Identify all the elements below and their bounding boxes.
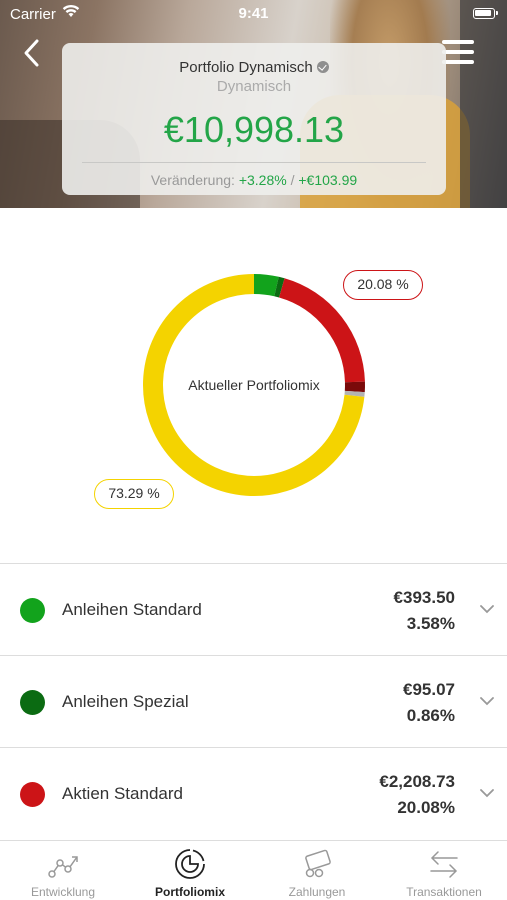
tab-entwicklung[interactable]: Entwicklung: [0, 841, 126, 900]
back-chevron-icon[interactable]: [20, 38, 44, 68]
chevron-down-icon[interactable]: [480, 788, 494, 798]
tab-zahlungen[interactable]: Zahlungen: [254, 841, 380, 900]
position-amount: €95.07: [403, 680, 455, 699]
transactions-icon: [430, 851, 458, 878]
portfolio-pie-icon: [175, 849, 205, 879]
trend-icon: [48, 856, 78, 878]
change-separator: /: [286, 172, 299, 188]
position-color-dot: [20, 782, 45, 807]
menu-line: [442, 60, 474, 64]
portfolio-title: Portfolio Dynamisch: [179, 59, 313, 76]
portfolio-change: Veränderung: +3.28% / +€103.99: [62, 172, 446, 188]
photo-shape: [460, 0, 507, 208]
battery-icon: [473, 8, 498, 19]
position-amount: €393.50: [393, 588, 455, 607]
position-color-dot: [20, 598, 45, 623]
positions-list: Anleihen Standard €393.50 3.58% Anleihen…: [0, 563, 507, 839]
position-row[interactable]: Anleihen Spezial €95.07 0.86%: [0, 655, 507, 747]
position-amount: €2,208.73: [379, 772, 455, 791]
position-name: Aktien Standard: [62, 784, 183, 803]
tab-bar: Entwicklung Portfoliomix Zahlungen Trans…: [0, 840, 507, 900]
tab-label: Transaktionen: [406, 885, 482, 899]
position-percent: 3.58%: [406, 614, 455, 633]
position-row[interactable]: Aktien Standard €2,208.73 20.08%: [0, 747, 507, 839]
position-name: Anleihen Spezial: [62, 692, 189, 711]
portfolio-mix-chart: Aktueller Portfoliomix 20.08 % 73.29 %: [0, 208, 507, 563]
callout-yellow: 73.29 %: [94, 479, 174, 509]
donut-segment-1[interactable]: [274, 276, 285, 298]
verified-check-icon: [316, 61, 329, 73]
portfolio-summary-card: Portfolio Dynamisch Dynamisch €10,998.13…: [62, 43, 446, 195]
menu-line: [442, 40, 474, 44]
position-percent: 20.08%: [397, 798, 455, 817]
status-bar: Carrier 9:41: [0, 0, 507, 28]
tab-label: Portfoliomix: [154, 885, 225, 899]
portfolio-subtitle: Dynamisch: [216, 78, 292, 95]
portfolio-title-row: Portfolio Dynamisch: [62, 59, 446, 76]
tab-label: Entwicklung: [30, 885, 96, 899]
payments-icon: [305, 849, 331, 878]
change-percent: +3.28%: [238, 172, 287, 188]
tab-portfoliomix[interactable]: Portfoliomix: [127, 841, 253, 900]
donut-segment-0[interactable]: [253, 274, 279, 297]
chart-center-label: Aktueller Portfoliomix: [188, 377, 320, 393]
hamburger-menu-icon[interactable]: [442, 40, 474, 64]
callout-aktien: 20.08 %: [343, 270, 423, 300]
change-amount: +€103.99: [298, 172, 358, 188]
clock: 9:41: [238, 5, 269, 22]
position-percent: 0.86%: [406, 706, 455, 725]
change-label: Veränderung:: [150, 172, 235, 188]
tab-label: Zahlungen: [288, 885, 346, 899]
divider: [82, 162, 426, 163]
donut-segment-2[interactable]: [278, 278, 365, 383]
position-name: Anleihen Standard: [62, 600, 202, 619]
chevron-down-icon[interactable]: [480, 696, 494, 706]
chevron-down-icon[interactable]: [480, 604, 494, 614]
position-color-dot: [20, 690, 45, 715]
menu-line: [442, 50, 474, 54]
portfolio-value: €10,998.13: [163, 109, 345, 150]
position-row[interactable]: Anleihen Standard €393.50 3.58%: [0, 563, 507, 655]
tab-transaktionen[interactable]: Transaktionen: [381, 841, 507, 900]
